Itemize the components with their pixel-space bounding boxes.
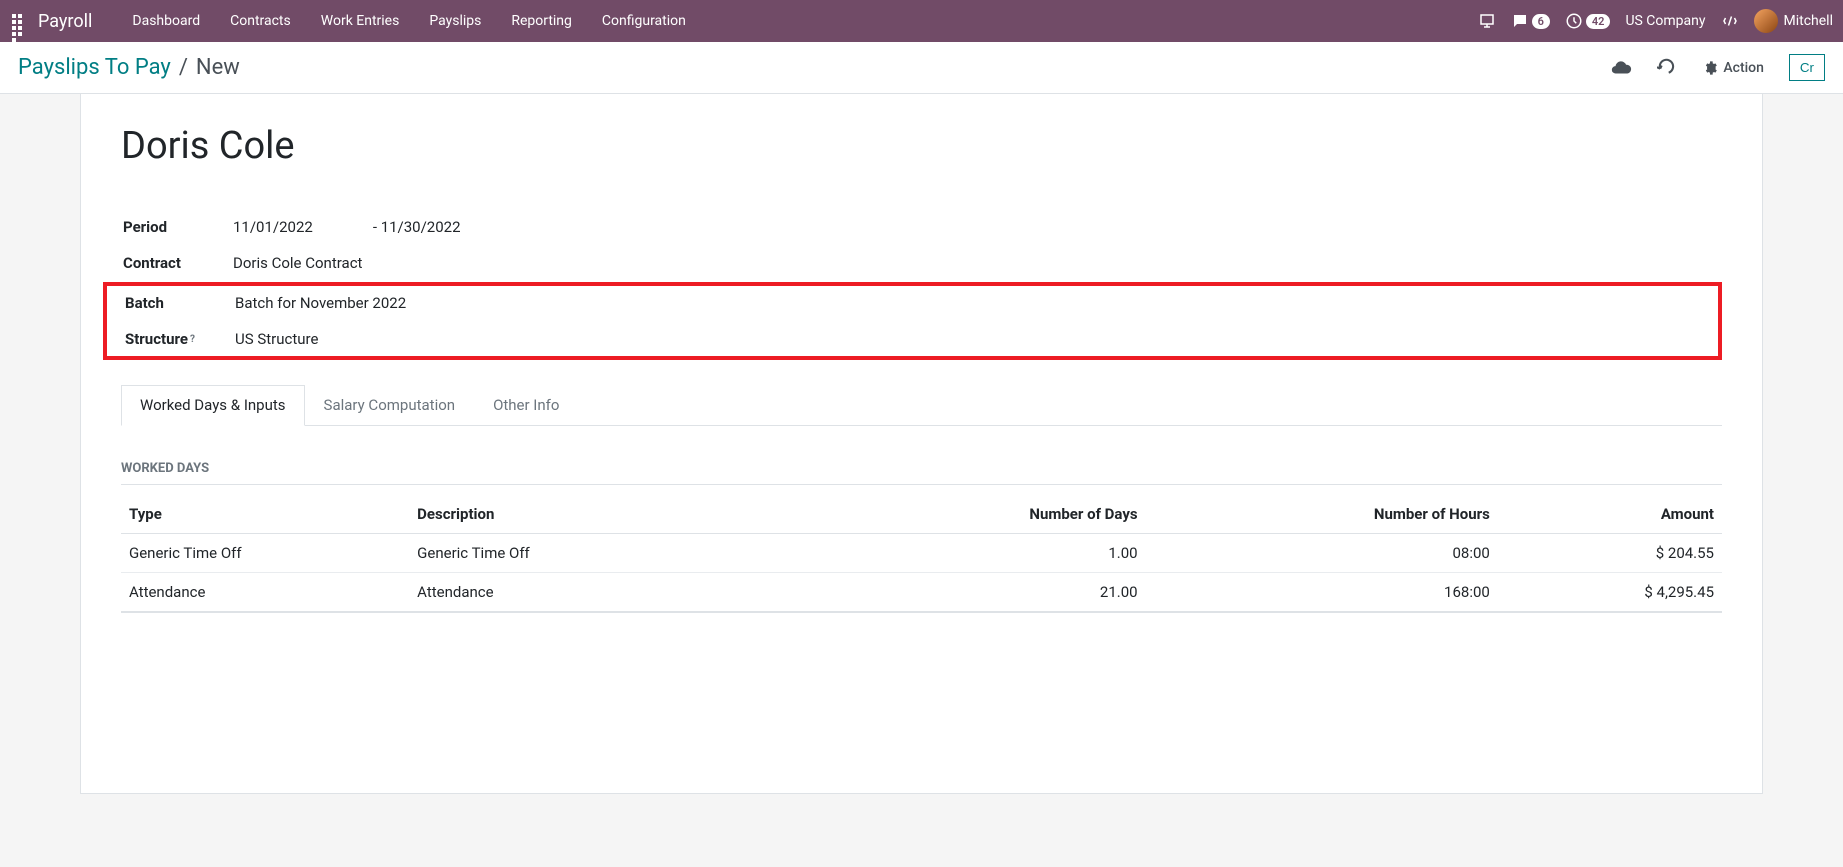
period-label: Period [123, 218, 233, 236]
period-from: 11/01/2022 [233, 218, 313, 236]
batch-value[interactable]: Batch for November 2022 [235, 294, 565, 312]
breadcrumb-parent[interactable]: Payslips To Pay [18, 55, 171, 80]
section-title: Worked Days [121, 461, 1722, 485]
tab-salary-computation[interactable]: Salary Computation [305, 385, 475, 425]
worked-days-table: Type Description Number of Days Number o… [121, 495, 1722, 613]
th-description[interactable]: Description [409, 495, 857, 534]
table-row[interactable]: Attendance Attendance 21.00 168:00 $ 4,2… [121, 573, 1722, 613]
cell-days: 1.00 [857, 534, 1145, 573]
topbar-left: Payroll Dashboard Contracts Work Entries… [10, 3, 701, 39]
nav-configuration[interactable]: Configuration [587, 3, 701, 39]
form-fields-highlighted: Batch Batch for November 2022 Structure?… [125, 294, 565, 348]
debug-icon[interactable] [1721, 12, 1739, 30]
company-selector[interactable]: US Company [1625, 13, 1705, 29]
cell-days: 21.00 [857, 573, 1145, 613]
messages-icon[interactable]: 6 [1511, 12, 1550, 30]
user-menu[interactable]: Mitchell [1754, 9, 1833, 33]
activities-badge: 42 [1586, 14, 1611, 29]
user-name: Mitchell [1784, 13, 1833, 29]
contract-value[interactable]: Doris Cole Contract [233, 254, 623, 272]
tabs: Worked Days & Inputs Salary Computation … [121, 385, 1722, 426]
cell-type: Attendance [121, 573, 409, 613]
save-cloud-icon[interactable] [1610, 57, 1632, 79]
contract-label: Contract [123, 254, 233, 272]
apps-icon[interactable] [10, 12, 28, 30]
messages-badge: 6 [1532, 14, 1550, 29]
breadcrumb-separator: / [179, 55, 188, 80]
period-to: - 11/30/2022 [373, 218, 461, 236]
create-button[interactable]: Cr [1789, 54, 1825, 81]
table-row[interactable]: Generic Time Off Generic Time Off 1.00 0… [121, 534, 1722, 573]
structure-value[interactable]: US Structure [235, 330, 565, 348]
structure-label: Structure? [125, 330, 235, 348]
th-amount[interactable]: Amount [1498, 495, 1722, 534]
action-label: Action [1723, 60, 1764, 76]
breadcrumb-bar: Payslips To Pay / New Action Cr [0, 42, 1843, 94]
activities-icon[interactable]: 42 [1565, 12, 1611, 30]
avatar [1754, 9, 1778, 33]
employee-name: Doris Cole [121, 124, 1722, 168]
nav-dashboard[interactable]: Dashboard [117, 3, 215, 39]
phone-icon[interactable] [1478, 12, 1496, 30]
cell-amount: $ 204.55 [1498, 534, 1722, 573]
tab-other-info[interactable]: Other Info [474, 385, 578, 425]
topbar-right: 6 42 US Company Mitchell [1478, 9, 1833, 33]
nav-contracts[interactable]: Contracts [215, 3, 306, 39]
breadcrumb-current: New [196, 55, 240, 80]
nav-reporting[interactable]: Reporting [496, 3, 587, 39]
breadcrumb: Payslips To Pay / New [18, 55, 240, 80]
table-header-row: Type Description Number of Days Number o… [121, 495, 1722, 534]
nav-payslips[interactable]: Payslips [414, 3, 496, 39]
cell-hours: 168:00 [1146, 573, 1498, 613]
batch-label: Batch [125, 294, 235, 312]
th-type[interactable]: Type [121, 495, 409, 534]
help-icon[interactable]: ? [190, 334, 195, 345]
topbar: Payroll Dashboard Contracts Work Entries… [0, 0, 1843, 42]
period-value[interactable]: 11/01/2022 - 11/30/2022 [233, 218, 623, 236]
cell-hours: 08:00 [1146, 534, 1498, 573]
cell-description: Attendance [409, 573, 857, 613]
discard-icon[interactable] [1657, 58, 1677, 78]
th-days[interactable]: Number of Days [857, 495, 1145, 534]
form-sheet: Doris Cole Period 11/01/2022 - 11/30/202… [80, 94, 1763, 794]
action-button[interactable]: Action [1702, 60, 1764, 76]
content-area: Doris Cole Period 11/01/2022 - 11/30/202… [0, 94, 1843, 794]
cell-type: Generic Time Off [121, 534, 409, 573]
nav-work-entries[interactable]: Work Entries [306, 3, 415, 39]
breadcrumb-actions: Action Cr [1610, 54, 1825, 81]
th-hours[interactable]: Number of Hours [1146, 495, 1498, 534]
cell-description: Generic Time Off [409, 534, 857, 573]
cell-amount: $ 4,295.45 [1498, 573, 1722, 613]
form-fields-top: Period 11/01/2022 - 11/30/2022 Contract … [123, 218, 623, 272]
highlight-annotation: Batch Batch for November 2022 Structure?… [103, 282, 1722, 360]
app-name[interactable]: Payroll [38, 11, 92, 32]
tab-worked-days[interactable]: Worked Days & Inputs [121, 385, 305, 426]
